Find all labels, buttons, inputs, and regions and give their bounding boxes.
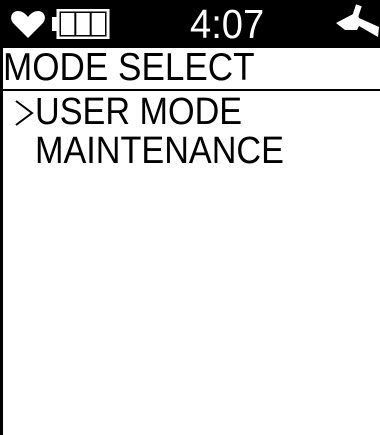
clock-time: 4:07 [190, 1, 265, 47]
battery-bar [91, 13, 105, 35]
heart-icon [11, 11, 45, 38]
battery-bar [61, 13, 75, 35]
status-bar: 4:07 [0, 0, 380, 48]
screen-title: MODE SELECT [3, 46, 255, 89]
menu-item-user-mode[interactable]: USER MODE [35, 92, 242, 132]
battery-bar [76, 13, 90, 35]
device-screen: 4:07 MODE SELECT USER MODE MAINTENANCE [0, 0, 380, 435]
battery-level [61, 13, 105, 35]
selection-cursor-icon [15, 100, 34, 126]
battery-icon [52, 9, 110, 39]
menu-item-maintenance[interactable]: MAINTENANCE [35, 131, 284, 171]
signal-icon [336, 4, 379, 37]
